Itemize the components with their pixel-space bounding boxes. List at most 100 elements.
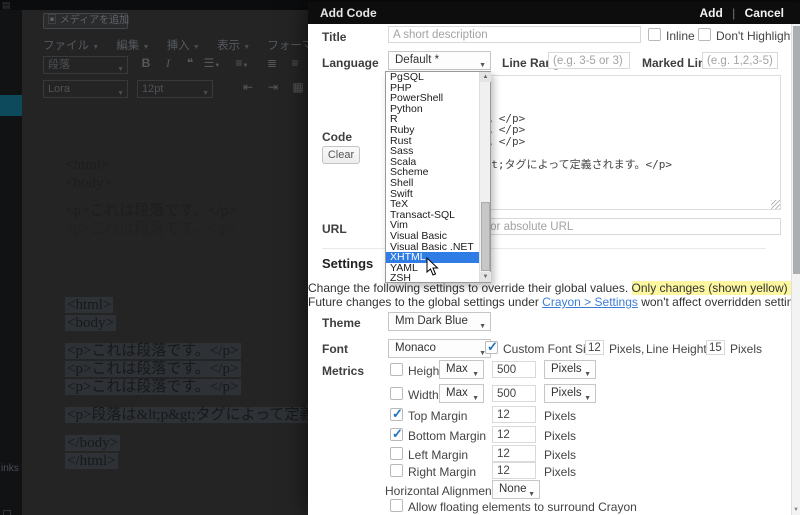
language-label: Language [322,56,379,70]
align-center-icon[interactable]: ≡ [286,56,304,70]
dialog-header: Add Code Add | Cancel [308,2,800,24]
language-option[interactable]: PgSQL [386,72,490,83]
language-option[interactable]: PowerShell [386,93,490,104]
top-margin-unit: Pixels [544,409,577,423]
bottom-margin-checkbox[interactable] [390,426,403,442]
title-label: Title [322,30,347,44]
dialog-scrollbar[interactable]: ▼ [791,24,800,515]
language-option[interactable]: Transact-SQL [386,210,490,221]
url-label: URL [322,222,347,236]
sidebar-active-item[interactable] [0,95,22,116]
right-margin-label: Right Margin [408,465,477,479]
language-option[interactable]: TeX [386,199,490,210]
height-mode-select[interactable]: Max ▼ [439,360,484,379]
font-select[interactable]: Monaco ▼ [388,339,491,358]
selected-code-line: </body> [65,435,121,451]
font-size-input[interactable] [585,340,604,355]
settings-description-1: Change the following settings to overrid… [308,281,800,295]
font-label: Font [322,342,348,356]
top-margin-input[interactable] [492,406,536,423]
table-icon[interactable]: ▦ [289,80,307,94]
dropdown-scrollbar[interactable]: ▲ ▼ [479,72,491,282]
width-checkbox[interactable] [390,387,403,400]
selected-code-line: <p>これは段落です。</p> [65,379,241,395]
dont-highlight-label: Don't Highlight [716,29,794,43]
dont-highlight-checkbox[interactable] [698,28,711,41]
blockquote-icon[interactable]: ❝ [181,56,199,70]
crayon-settings-link[interactable]: Crayon > Settings [542,295,638,309]
language-option[interactable]: Vim [386,220,490,231]
theme-select[interactable]: Mm Dark Blue ▼ [388,312,491,331]
numbered-list-icon[interactable]: ≡▼ [233,56,251,70]
font-size-select[interactable]: 12pt ▼ [137,80,213,98]
left-margin-unit: Pixels [544,448,577,462]
screen: ▤ inks ▣ メディアを追加 ファイル ▼ 編集 ▼ 挿入 ▼ 表示 ▼ フ… [0,0,800,515]
top-margin-checkbox[interactable] [390,406,403,422]
add-media-button[interactable]: ▣ メディアを追加 [43,13,129,29]
height-unit-select[interactable]: Pixels ▼ [544,360,596,379]
inline-checkbox[interactable] [648,28,661,41]
dropdown-scrollbar-thumb[interactable] [481,202,490,271]
menu-file[interactable]: ファイル ▼ [43,40,99,52]
menu-insert[interactable]: 挿入 ▼ [167,40,200,52]
inline-label: Inline [666,29,695,43]
height-checkbox[interactable] [390,363,403,376]
paragraph-format-select[interactable]: 段落 ▼ [43,56,128,74]
allow-float-checkbox[interactable] [390,499,403,512]
font-family-select[interactable]: Lora ▼ [43,80,128,98]
menu-edit[interactable]: 編集 ▼ [116,40,149,52]
allow-float-label: Allow floating elements to surround Cray… [408,500,637,514]
bottom-margin-label: Bottom Margin [408,429,487,443]
language-option[interactable]: R [386,114,490,125]
right-margin-unit: Pixels [544,465,577,479]
bullet-list-icon[interactable]: ☰▼ [203,56,221,70]
language-option[interactable]: Swift [386,189,490,200]
left-margin-input[interactable] [492,445,536,462]
indent-icon[interactable]: ⇥ [264,80,282,94]
horizontal-alignment-select[interactable]: None ▼ [492,480,540,499]
line-range-input[interactable] [548,52,630,69]
left-margin-checkbox[interactable] [390,447,403,460]
width-label: Width [408,388,439,402]
mouse-cursor [426,256,439,281]
clear-button[interactable]: Clear [322,146,360,164]
title-input[interactable] [388,26,641,43]
metrics-label: Metrics [322,364,365,378]
language-option[interactable]: Sass [386,146,490,157]
dialog-scrollbar-thumb[interactable] [793,26,800,274]
sidebar-collapse-icon[interactable] [3,510,11,515]
language-option[interactable]: Visual Basic .NET [386,242,490,253]
scroll-down-icon[interactable]: ▼ [480,272,491,282]
right-margin-input[interactable] [492,462,536,479]
outdent-icon[interactable]: ⇤ [239,80,257,94]
bold-icon[interactable]: B [137,56,155,70]
custom-font-size-checkbox[interactable] [485,339,498,355]
language-option[interactable]: Scala [386,157,490,168]
language-option[interactable]: Shell [386,178,490,189]
line-height-input[interactable] [706,340,725,355]
menu-view[interactable]: 表示 ▼ [217,40,250,52]
admin-sidebar: inks [0,10,22,515]
language-option[interactable]: Visual Basic [386,231,490,242]
language-option[interactable]: Python [386,104,490,115]
italic-icon[interactable]: I [159,56,177,71]
language-option[interactable]: PHP [386,83,490,94]
height-value-input[interactable] [492,361,536,378]
marked-lines-input[interactable] [702,52,778,69]
scroll-up-icon[interactable]: ▲ [480,72,491,82]
add-button[interactable]: Add [700,6,723,20]
language-option[interactable]: Rust [386,136,490,147]
cancel-button[interactable]: Cancel [745,6,784,20]
width-unit-select[interactable]: Pixels ▼ [544,384,596,403]
align-left-icon[interactable]: ≣ [263,56,281,70]
textarea-resize-handle[interactable] [771,200,780,209]
bottom-margin-input[interactable] [492,426,536,443]
scrollbar-down-icon: ▼ [793,507,799,513]
language-option[interactable]: Ruby [386,125,490,136]
bottom-margin-unit: Pixels [544,429,577,443]
width-value-input[interactable] [492,385,536,402]
language-select[interactable]: Default * ▼ [388,51,491,70]
width-mode-select[interactable]: Max ▼ [439,384,484,403]
right-margin-checkbox[interactable] [390,464,403,477]
language-option[interactable]: Scheme [386,167,490,178]
